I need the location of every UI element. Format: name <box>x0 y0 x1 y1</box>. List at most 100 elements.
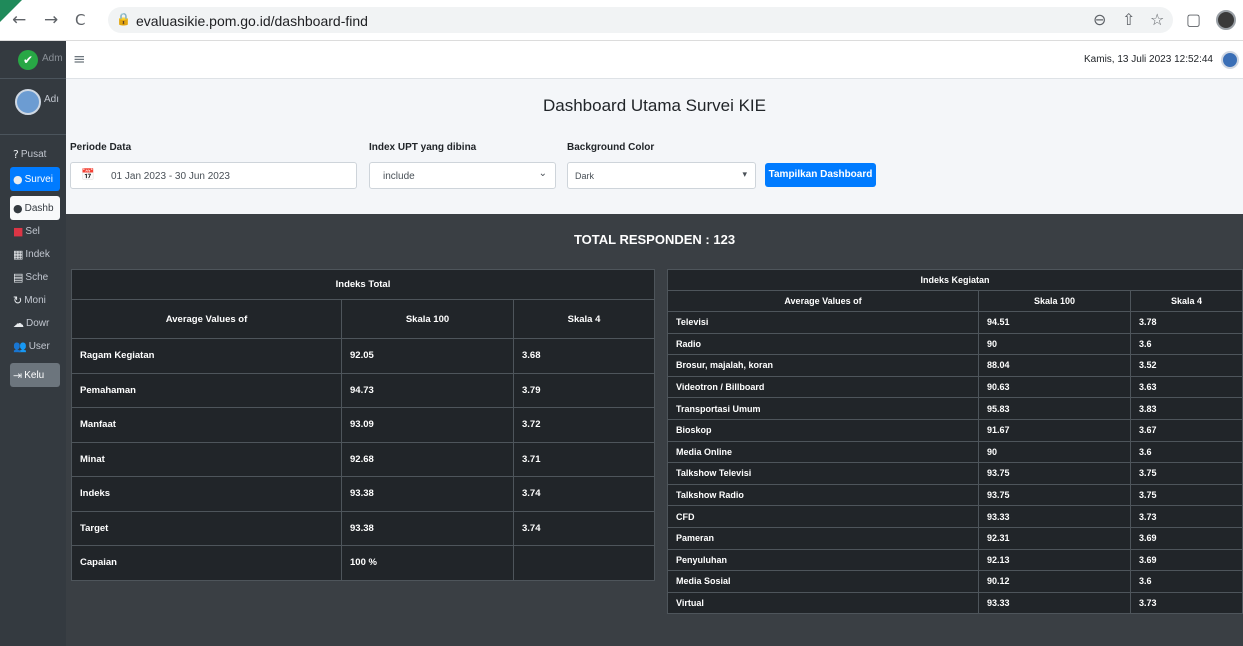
column-header: Average Values of <box>667 290 979 312</box>
sidebar-user[interactable]: Adı <box>0 79 66 135</box>
table-cell: 3.75 <box>1130 483 1243 507</box>
indeks-kegiatan-table: Indeks Kegiatan Average Values of Skala … <box>667 269 1243 615</box>
column-header: Average Values of <box>71 299 342 339</box>
periode-value: 01 Jan 2023 - 30 Jun 2023 <box>111 171 230 182</box>
sidebar-item-label: Dashb <box>24 202 54 214</box>
table-cell: Capaian <box>71 545 342 581</box>
bar-chart-icon: ▦ <box>13 247 24 261</box>
sidebar-item-label: Kelu <box>24 369 45 381</box>
periode-date-range-input[interactable]: 📅 01 Jan 2023 - 30 Jun 2023 <box>70 162 357 189</box>
bg-color-select[interactable]: Dark ▾ <box>567 162 756 189</box>
table-cell: Media Online <box>667 440 979 464</box>
page-title: Dashboard Utama Survei KIE <box>543 96 766 115</box>
table-caption: Indeks Total <box>71 269 655 300</box>
zoom-icon[interactable]: ⊖ <box>1093 9 1106 31</box>
profile-avatar[interactable] <box>1216 10 1236 30</box>
table-cell: 90 <box>978 440 1131 464</box>
table-row: Target 93.38 3.74 <box>71 510 655 546</box>
forward-icon[interactable]: → <box>44 9 58 31</box>
table-cell: Brosur, majalah, koran <box>667 354 979 377</box>
brand[interactable]: ✔ Adm <box>0 41 66 79</box>
table-row: Indeks 93.38 3.74 <box>71 476 655 512</box>
table-cell: 3.52 <box>1130 354 1243 377</box>
address-bar[interactable]: 🔒 evaluasikie.pom.go.id/dashboard-find <box>108 7 1173 33</box>
user-avatar-icon[interactable] <box>1221 51 1239 69</box>
sidebar-item-user[interactable]: 👥 User <box>10 334 60 358</box>
table-row: Televisi 94.51 3.78 <box>667 311 1243 334</box>
upt-label: Index UPT yang dibina <box>369 142 477 153</box>
table-cell: 95.83 <box>978 397 1131 420</box>
url-text[interactable]: evaluasikie.pom.go.id/dashboard-find <box>136 13 368 29</box>
sidebar-item-survei[interactable]: ● Survei <box>10 167 60 191</box>
sidebar: ✔ Adm Adı ? Pusat ● Survei ● Dashb ■ Sel ▦ In… <box>0 41 66 646</box>
table-row: Media Sosial 90.12 3.6 <box>667 570 1243 593</box>
upt-value: include <box>383 171 415 182</box>
hamburger-menu-icon[interactable]: ≡ <box>73 50 86 68</box>
table-cell: 93.33 <box>978 591 1131 615</box>
table-row: Minat 92.68 3.71 <box>71 441 655 477</box>
bookmark-star-icon[interactable]: ☆ <box>1150 9 1164 31</box>
table-row: Capaian 100 % <box>71 545 655 581</box>
table-cell: 3.72 <box>513 407 655 443</box>
upt-select[interactable]: include ⌄ <box>369 162 556 189</box>
back-icon[interactable]: ← <box>12 9 26 31</box>
pie-chart-icon: ● <box>13 172 23 186</box>
table-cell: 93.75 <box>978 483 1131 507</box>
table-row: Talkshow Radio 93.75 3.75 <box>667 483 1243 507</box>
lock-icon: 🔒 <box>116 12 131 26</box>
sidebar-item-schedule[interactable]: ▤ Sche <box>10 265 60 289</box>
sidebar-item-dashboard[interactable]: ● Dashb <box>10 196 60 220</box>
table-row: Videotron / Billboard 90.63 3.63 <box>667 375 1243 399</box>
side-panel-icon[interactable]: ▢ <box>1186 9 1201 31</box>
sidebar-item-keluar[interactable]: ⇥ Kelu <box>10 363 60 387</box>
column-header: Skala 100 <box>978 290 1131 312</box>
table-cell: 3.74 <box>513 476 655 512</box>
sidebar-item-monitoring[interactable]: ↻ Moni <box>10 288 60 312</box>
table-caption: Indeks Kegiatan <box>667 269 1243 291</box>
sidebar-item-pusat[interactable]: ? Pusat <box>10 142 60 166</box>
table-cell: Radio <box>667 332 979 356</box>
table-cell: 90 <box>978 332 1131 356</box>
table-cell: CFD <box>667 505 979 528</box>
table-cell: 3.71 <box>513 441 655 477</box>
table-cell: 93.38 <box>341 476 514 512</box>
table-cell: 94.73 <box>341 372 514 408</box>
help-circle-icon: ? <box>13 147 19 161</box>
sidebar-item-sel[interactable]: ■ Sel <box>10 219 60 243</box>
table-cell: 90.63 <box>978 375 1131 399</box>
history-icon: ↻ <box>13 293 23 307</box>
sidebar-item-indeks[interactable]: ▦ Indek <box>10 242 60 266</box>
sidebar-item-label: Dowr <box>26 317 50 329</box>
table-cell: Penyuluhan <box>667 548 979 572</box>
table-cell: 3.6 <box>1130 570 1243 593</box>
table-row: Pemahaman 94.73 3.79 <box>71 372 655 408</box>
users-icon: 👥 <box>13 339 27 353</box>
periode-label: Periode Data <box>70 142 132 153</box>
table-cell: Pemahaman <box>71 372 342 408</box>
table-row: Radio 90 3.6 <box>667 332 1243 356</box>
sidebar-item-label: User <box>28 340 50 352</box>
table-row: Bioskop 91.67 3.67 <box>667 418 1243 442</box>
table-cell: Televisi <box>667 311 979 334</box>
table-cell: 92.31 <box>978 526 1131 550</box>
sidebar-item-download[interactable]: ☁ Dowr <box>10 311 60 335</box>
sidebar-item-label: Survei <box>24 173 53 185</box>
sidebar-item-label: Sel <box>25 225 40 237</box>
table-row: Manfaat 93.09 3.72 <box>71 407 655 443</box>
table-cell: Target <box>71 510 342 546</box>
table-cell: 3.68 <box>513 338 655 374</box>
table-cell: Pameran <box>667 526 979 550</box>
table-cell: 94.51 <box>978 311 1131 334</box>
show-dashboard-button[interactable]: Tampilkan Dashboard <box>765 163 876 187</box>
share-icon[interactable]: ⇧ <box>1122 9 1135 31</box>
brand-text: Adm <box>42 53 63 64</box>
sign-out-icon: ⇥ <box>13 368 23 382</box>
reload-icon[interactable]: C <box>75 9 85 31</box>
table-cell: 3.83 <box>1130 397 1243 420</box>
dashboard-panel: TOTAL RESPONDEN : 123 Indeks Total Avera… <box>66 214 1243 646</box>
table-cell <box>513 545 655 581</box>
sidebar-item-label: Moni <box>24 294 46 306</box>
app-topbar: ≡ Kamis, 13 Juli 2023 12:52:44 <box>66 41 1243 79</box>
sidebar-item-label: Indek <box>25 248 50 260</box>
tachometer-icon: ● <box>13 201 23 215</box>
